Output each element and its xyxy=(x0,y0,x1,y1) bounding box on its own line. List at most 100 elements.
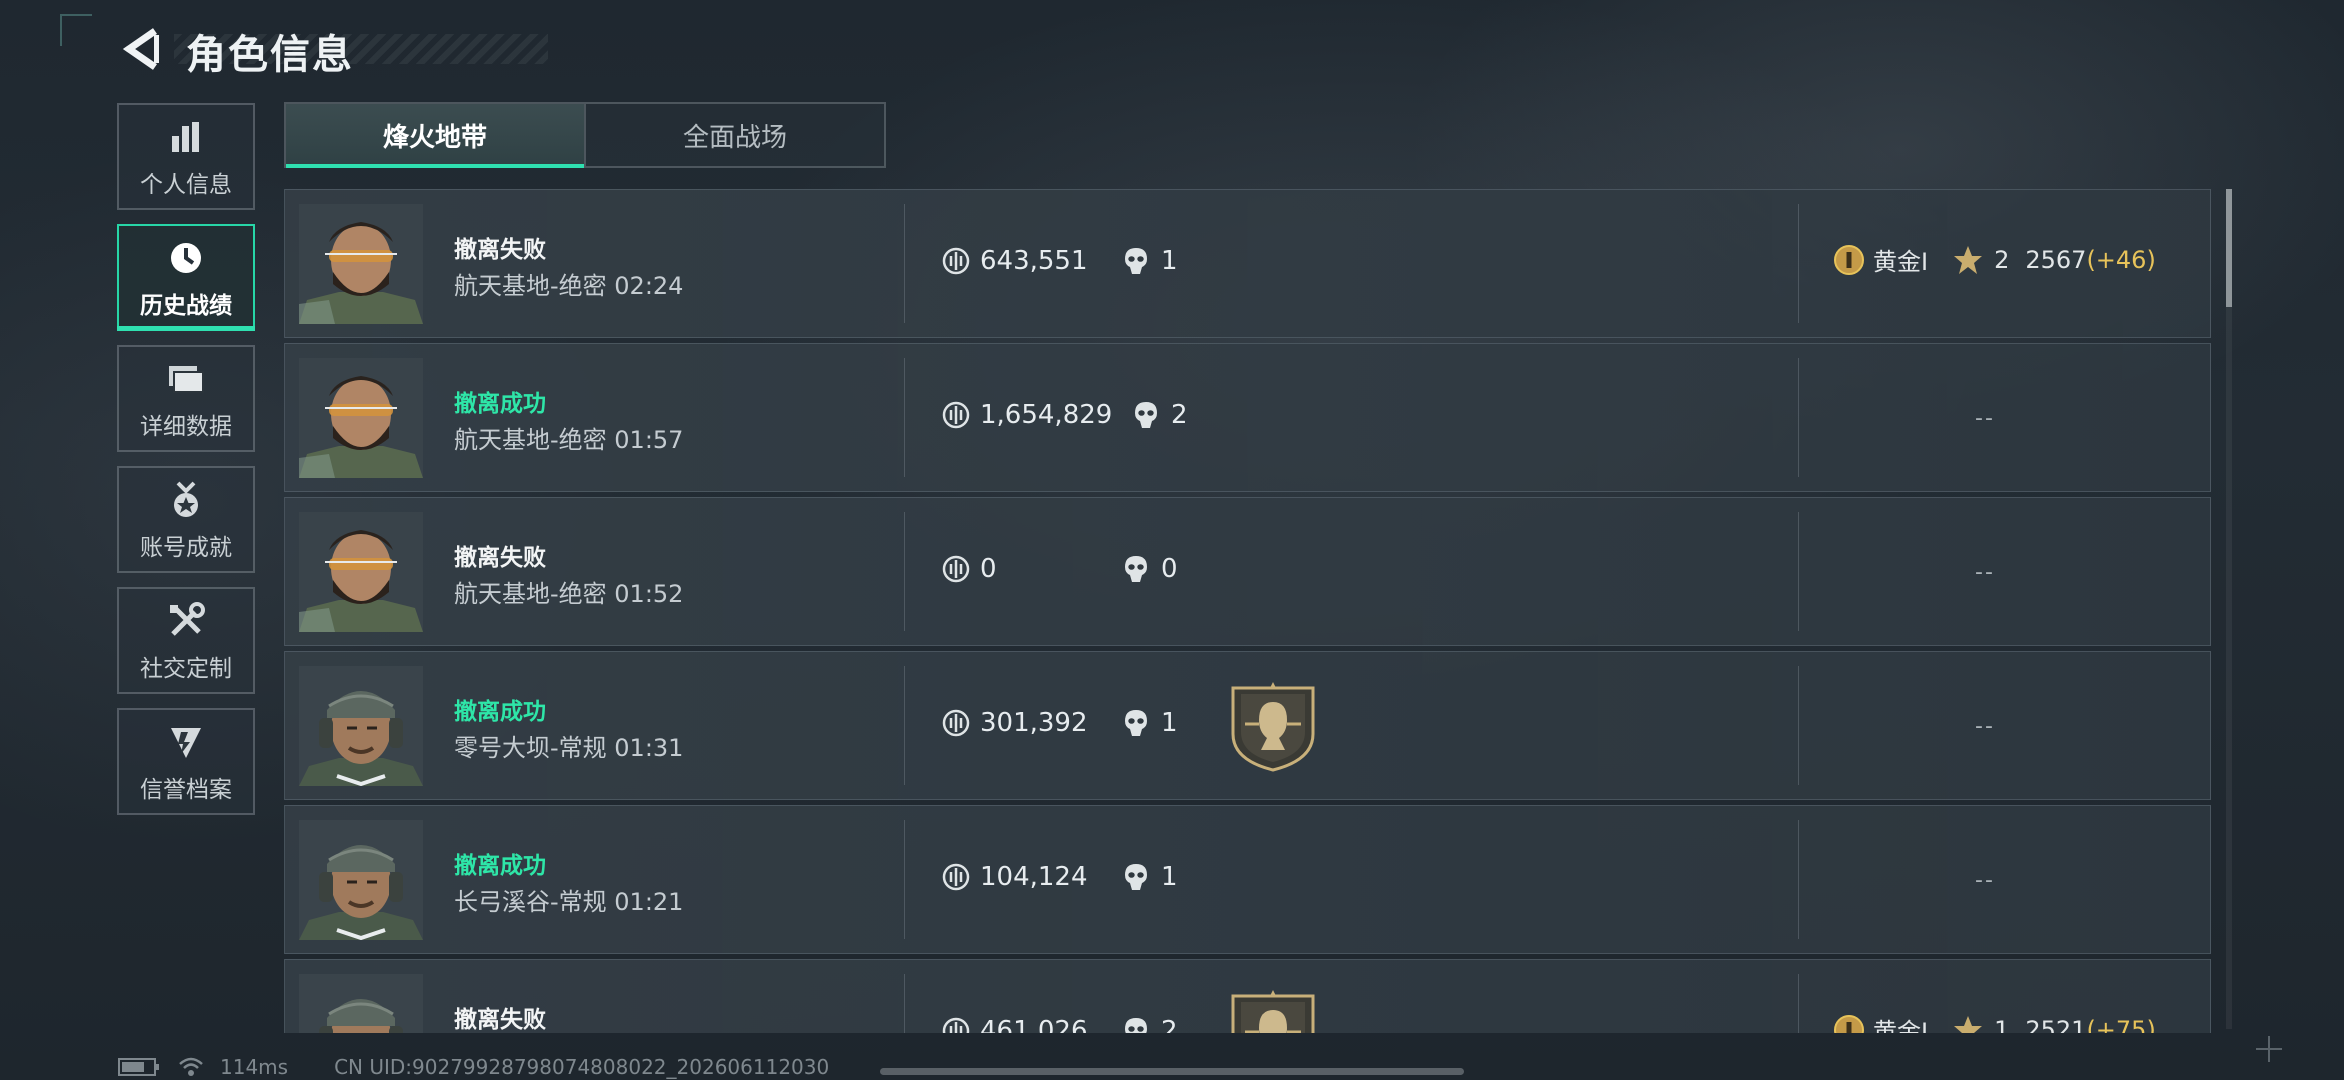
operator-portrait xyxy=(299,666,423,786)
kill-count: 1 xyxy=(1123,246,1178,276)
kill-count: 2 xyxy=(1123,1016,1178,1033)
loot-value: 301,392 xyxy=(942,708,1088,738)
rank-tier: 黄金I xyxy=(1873,248,1929,276)
skull-kill-icon xyxy=(1135,402,1157,428)
tab-full-battlefield[interactable]: 全面战场 xyxy=(584,104,884,166)
coin-icon xyxy=(942,555,970,583)
sidebar-item-match-history[interactable]: 历史战绩 xyxy=(117,224,255,331)
divider xyxy=(1798,204,1799,323)
match-row[interactable]: 撤离成功 长弓溪谷-常规 01:21 104,124 1 -- xyxy=(284,805,2211,954)
kill-count-text: 1 xyxy=(1161,862,1178,892)
scrollbar[interactable] xyxy=(2226,189,2232,1029)
achievement-badge-icon xyxy=(1229,988,1317,1033)
sidebar-item-label: 账号成就 xyxy=(140,534,232,561)
map-and-duration: 航天基地-绝密 01:52 xyxy=(454,580,684,608)
operator-portrait xyxy=(299,358,423,478)
tab-fenghuo-zone[interactable]: 烽火地带 xyxy=(286,104,584,168)
rank-placeholder: -- xyxy=(1975,714,1995,739)
divider xyxy=(904,512,905,631)
operator-portrait xyxy=(299,820,423,940)
folders-icon xyxy=(164,357,208,401)
medal-icon xyxy=(164,478,208,522)
extraction-status: 撤离成功 xyxy=(454,391,546,417)
mode-tabs: 烽火地带 全面战场 xyxy=(284,102,886,168)
loot-value-text: 301,392 xyxy=(980,708,1088,738)
page-title: 角色信息 xyxy=(186,32,354,78)
kill-count-text: 0 xyxy=(1161,554,1178,584)
uid-text: CN UID:9027992879807480802​2_20260611203… xyxy=(334,1055,830,1079)
star-icon xyxy=(1954,245,1983,274)
rank-placeholder: -- xyxy=(1975,406,1995,431)
kill-count-text: 2 xyxy=(1171,400,1188,430)
sidebar-item-social-custom[interactable]: 社交定制 xyxy=(117,587,255,694)
divider xyxy=(904,204,905,323)
credit-shield-icon xyxy=(164,720,208,764)
kill-count: 1 xyxy=(1123,862,1178,892)
achievement-badge-icon xyxy=(1229,680,1317,772)
match-row[interactable]: 撤离成功零号大坝-常规 01:31 301,392 1 -- xyxy=(284,651,2211,800)
coin-icon xyxy=(942,863,970,891)
battery-icon xyxy=(118,1058,159,1076)
kill-count: 0 xyxy=(1123,554,1178,584)
skull-kill-icon xyxy=(1125,864,1147,890)
divider xyxy=(904,820,905,939)
star-icon xyxy=(1954,1015,1983,1033)
divider xyxy=(1798,974,1799,1033)
home-indicator[interactable] xyxy=(880,1068,1464,1075)
extraction-status: 撤离失败 xyxy=(454,1007,546,1033)
corner-plus-icon xyxy=(2256,1036,2282,1062)
rank-score: 2567 xyxy=(2025,245,2087,274)
loot-value-text: 1,654,829 xyxy=(980,400,1113,430)
coin-icon xyxy=(942,401,970,429)
sidebar-item-detailed-data[interactable]: 详细数据 xyxy=(117,345,255,452)
match-row[interactable]: 撤离失败 航天基地-绝密 01:52 0 0 -- xyxy=(284,497,2211,646)
rank-stars: 2 xyxy=(1994,245,2010,274)
match-row[interactable]: 撤离失败 航天基地-绝密 02:24 643,551 1 黄金I 2 2567 (+46) xyxy=(284,189,2211,338)
rank-gain: (+75) xyxy=(2086,1015,2156,1034)
gold-rank-icon xyxy=(1834,244,1864,275)
ping-text: 114ms xyxy=(220,1055,289,1079)
divider xyxy=(904,358,905,477)
status-bar: 114ms CN UID:9027992879807480802​2_20260… xyxy=(118,1054,829,1080)
back-button[interactable] xyxy=(118,26,164,72)
rank-change: 黄金I 1 2521 (+75) xyxy=(1833,1012,2156,1033)
header: 角色信息 xyxy=(60,14,580,86)
loot-value-text: 643,551 xyxy=(980,246,1088,276)
scrollbar-thumb[interactable] xyxy=(2226,189,2232,307)
rank-gain: (+46) xyxy=(2086,245,2156,274)
rank-placeholder: -- xyxy=(1975,560,1995,585)
extraction-status: 撤离失败 xyxy=(454,237,546,263)
loot-value: 461,026 xyxy=(942,1016,1088,1033)
extraction-status: 撤离成功 xyxy=(454,699,546,725)
map-and-duration: 零号大坝-常规 01:31 xyxy=(454,734,684,762)
loot-value-text: 461,026 xyxy=(980,1016,1088,1033)
sidebar-item-personal-info[interactable]: 个人信息 xyxy=(117,103,255,210)
match-row[interactable]: 撤离成功 航天基地-绝密 01:57 1,654,829 2 -- xyxy=(284,343,2211,492)
sidebar-item-achievements[interactable]: 账号成就 xyxy=(117,466,255,573)
coin-icon xyxy=(942,247,970,275)
skull-kill-icon xyxy=(1125,1018,1147,1033)
sidebar-item-label: 历史战绩 xyxy=(140,292,232,319)
kill-count-text: 2 xyxy=(1161,1016,1178,1033)
divider xyxy=(904,666,905,785)
operator-portrait xyxy=(299,974,423,1033)
coin-icon xyxy=(942,1017,970,1033)
sidebar-item-label: 社交定制 xyxy=(140,655,232,682)
match-row[interactable]: 撤离失败 461,026 2 黄金I 1 2521 (+75) xyxy=(284,959,2211,1033)
sidebar-item-label: 信誉档案 xyxy=(140,776,232,803)
loot-value: 1,654,829 xyxy=(942,400,1112,430)
clock-history-icon xyxy=(164,236,208,280)
rank-tier: 黄金I xyxy=(1873,1018,1929,1033)
sidebar-item-credit-record[interactable]: 信誉档案 xyxy=(117,708,255,815)
skull-kill-icon xyxy=(1125,556,1147,582)
rank-change: 黄金I 2 2567 (+46) xyxy=(1833,242,2156,277)
kill-count-text: 1 xyxy=(1161,246,1178,276)
kill-count: 1 xyxy=(1123,708,1178,738)
divider xyxy=(1798,358,1799,477)
extraction-status: 撤离成功 xyxy=(454,853,546,879)
operator-portrait xyxy=(299,512,423,632)
skull-kill-icon xyxy=(1125,248,1147,274)
rank-stars: 1 xyxy=(1994,1015,2010,1034)
match-history-list[interactable]: 撤离失败 航天基地-绝密 02:24 643,551 1 黄金I 2 2567 (+46) 撤离… xyxy=(284,189,2211,1033)
sidebar-item-label: 个人信息 xyxy=(140,171,232,198)
